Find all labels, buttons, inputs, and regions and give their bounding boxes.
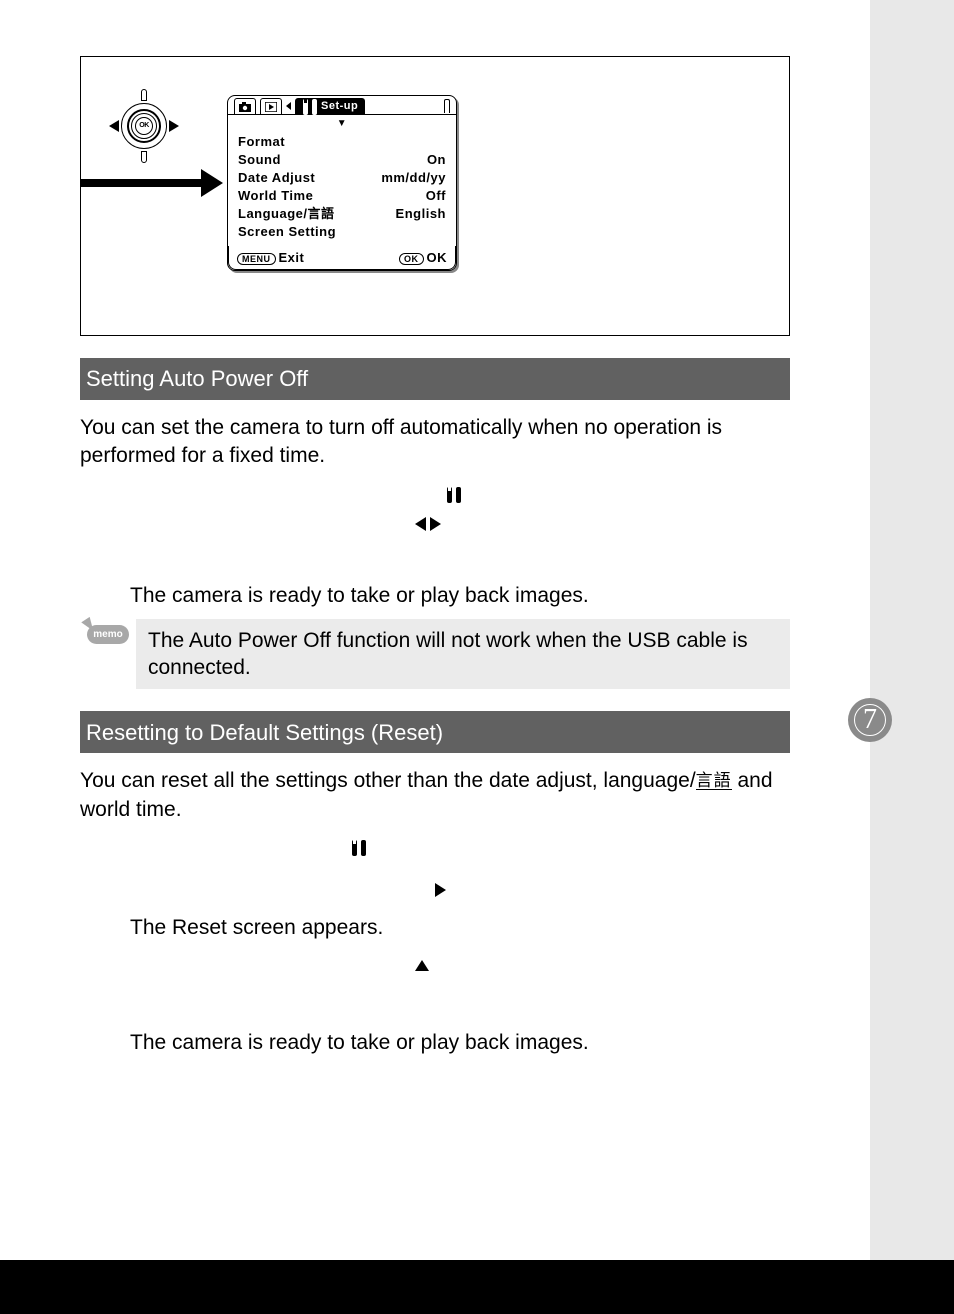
side-margin [870,0,954,1260]
right-arrow-icon [435,883,446,897]
section2-step3: 3 Use the four-way controller () to sele… [80,949,790,984]
section1-body: You can set the camera to turn off autom… [80,414,790,471]
step-number: 3 [80,949,130,984]
arrow-icon [81,179,201,187]
section1-step2: 2 Press the OK button. [80,543,790,578]
section2-step2: 2 Press the four-way controller () key. [80,875,790,910]
setup-tab-label: Set-up [321,99,358,114]
four-way-controller-icon: OK [107,89,181,163]
menu-row-sound: SoundOn [238,151,446,169]
menu-row-date: Date Adjustmm/dd/yy [238,169,446,187]
lcd-screen: Set-up ▼ Format SoundOn Date Adjustmm/dd… [227,95,457,271]
step2-sub: The Reset screen appears. [130,914,790,942]
section2-step1: 1 Select [Reset] on the [ Set-up] menu. [80,834,790,869]
menu-pill: MENU [237,253,276,265]
ok-dial-center: OK [135,117,153,135]
menu-row-screen: Screen Setting [238,223,446,241]
wrench-icon [447,487,461,503]
lcd-figure: OK [80,56,790,336]
wrench-icon [303,99,317,115]
memo-icon: memo [80,619,136,645]
step-number: 4 [80,990,130,1025]
section-number-badge: 7 [848,698,892,742]
right-arrow-icon [430,517,441,531]
step4-sub: The camera is ready to take or play back… [130,1029,790,1057]
memo-text: The Auto Power Off function will not wor… [136,619,790,690]
playback-tab-icon [260,98,282,114]
section-heading-reset: Resetting to Default Settings (Reset) [80,711,790,753]
step-number: 2 [80,875,130,910]
memo-block: memo The Auto Power Off function will no… [80,619,790,690]
left-arrow-icon [415,517,426,531]
section1-step1: 1 Select [Auto Power Off] on the [ Set-u… [80,481,790,538]
camera-tab-icon [234,98,256,114]
wrench-icon [352,840,366,856]
step2-sub: The camera is ready to take or play back… [130,582,790,610]
scroll-down-icon: ▼ [238,117,446,131]
page-content: OK [0,0,870,1260]
step-number: 2 [80,543,130,578]
section-heading-auto-power-off: Setting Auto Power Off [80,358,790,400]
menu-row-worldtime: World TimeOff [238,187,446,205]
step-number: 1 [80,834,130,869]
setup-tab: Set-up [295,98,365,114]
step-number: 1 [80,481,130,516]
lcd-footer: MENUExit OKOK [228,246,456,271]
up-arrow-icon [415,960,429,971]
ok-pill: OK [399,253,424,265]
lcd-tab-bar: Set-up [228,96,456,115]
menu-row-format: Format [238,133,446,151]
kanji-language: 言語 [696,772,732,790]
section2-body: You can reset all the settings other tha… [80,767,790,824]
section2-step4: 4 Press the OK button. [80,990,790,1025]
menu-row-language: Language/言語English [238,205,446,223]
footer-bar [0,1260,954,1314]
